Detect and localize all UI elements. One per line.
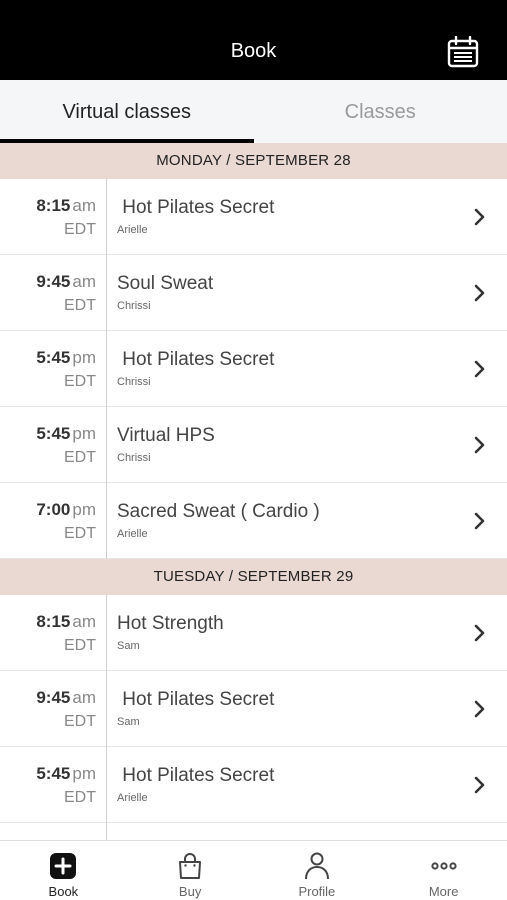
page-title: Book [230, 40, 277, 62]
bottom-nav: Book Buy Profile More [0, 840, 507, 900]
instructor-name: Chrissi [117, 452, 151, 464]
instructor-name: Arielle [117, 528, 148, 540]
time-column: 7:00 pm EDT [0, 483, 107, 559]
chevron-right-icon [474, 624, 485, 642]
plus-square-icon [50, 853, 77, 879]
class-time: 9:45 am [36, 272, 96, 291]
class-name: Virtual HPS [117, 425, 215, 446]
class-name: Hot Pilates Secret [117, 689, 275, 710]
class-time: 9:45 am [36, 688, 96, 707]
class-row[interactable]: 9:45 am EDT Soul Sweat Chrissi [0, 255, 507, 331]
time-zone: EDT [64, 637, 96, 654]
class-time: 5:45 pm [36, 424, 96, 443]
person-icon [304, 852, 329, 880]
time-column: 5:45 pm EDT [0, 747, 107, 823]
time-column: 8:15 am EDT [0, 179, 107, 255]
chevron-right-icon [474, 436, 485, 454]
nav-label: Profile [298, 884, 336, 899]
class-time: 5:45 pm [36, 348, 96, 367]
class-time: 5:45 pm [36, 764, 96, 783]
day-header: TUESDAY / SEPTEMBER 29 [0, 559, 507, 595]
time-column: 5:45 pm EDT [0, 407, 107, 483]
calendar-icon [447, 35, 479, 68]
time-zone: EDT [64, 221, 96, 238]
time-column: 9:45 am EDT [0, 255, 107, 331]
class-schedule-list[interactable]: MONDAY / SEPTEMBER 28 8:15 am EDT Hot Pil… [0, 143, 507, 840]
more-dots-icon [431, 862, 457, 870]
time-zone: EDT [64, 373, 96, 390]
chevron-right-icon [474, 700, 485, 718]
class-name: Hot Pilates Secret [117, 349, 275, 370]
instructor-name: Sam [117, 640, 140, 652]
nav-label: More [428, 884, 459, 899]
class-row[interactable]: 8:15 am EDT Hot Strength Sam [0, 595, 507, 671]
nav-buy[interactable]: Buy [127, 841, 254, 900]
nav-book[interactable]: Book [0, 841, 127, 900]
class-type-tabs: Virtual classes Classes [0, 80, 507, 143]
class-name: Hot Strength [117, 613, 224, 634]
day-header: MONDAY / SEPTEMBER 28 [0, 143, 507, 179]
nav-more[interactable]: More [380, 841, 507, 900]
tab-virtual-classes[interactable]: Virtual classes [0, 80, 254, 143]
nav-label: Buy [178, 884, 202, 899]
time-column: 9:45 am EDT [0, 671, 107, 747]
time-column: 8:15 am EDT [0, 595, 107, 671]
time-column: 5:45 pm EDT [0, 331, 107, 407]
class-row[interactable]: 5:45 pm EDT Hot Pilates Secret Arielle [0, 747, 507, 823]
chevron-right-icon [474, 284, 485, 302]
time-zone: EDT [64, 713, 96, 730]
chevron-right-icon [474, 512, 485, 530]
instructor-name: Sam [117, 716, 140, 728]
nav-label: Book [48, 884, 79, 899]
class-row[interactable]: 8:15 am EDT Hot Pilates Secret Arielle [0, 179, 507, 255]
time-zone: EDT [64, 525, 96, 542]
chevron-right-icon [474, 208, 485, 226]
time-zone: EDT [64, 789, 96, 806]
chevron-right-icon [474, 360, 485, 378]
app-header: Book [0, 0, 507, 80]
time-zone: EDT [64, 449, 96, 466]
nav-profile[interactable]: Profile [254, 841, 381, 900]
instructor-name: Arielle [117, 224, 148, 236]
class-time: 8:15 am [36, 196, 96, 215]
class-name: Hot Pilates Secret [117, 197, 275, 218]
class-row[interactable]: 5:45 pm EDT Hot Pilates Secret Chrissi [0, 331, 507, 407]
shopping-bag-icon [179, 853, 202, 879]
class-row[interactable]: 7:00 pm EDT Sacred Sweat ( Cardio ) Ariel… [0, 483, 507, 559]
tab-classes[interactable]: Classes [254, 80, 507, 143]
class-name: Sacred Sweat ( Cardio ) [117, 501, 320, 522]
chevron-right-icon [474, 776, 485, 794]
class-name: Hot Pilates Secret [117, 765, 275, 786]
class-row[interactable] [0, 823, 507, 840]
class-time: 7:00 pm [36, 500, 96, 519]
class-name: Soul Sweat [117, 273, 214, 294]
class-row[interactable]: 9:45 am EDT Hot Pilates Secret Sam [0, 671, 507, 747]
calendar-button[interactable] [446, 35, 480, 68]
time-zone: EDT [64, 297, 96, 314]
time-column [0, 823, 107, 840]
instructor-name: Chrissi [117, 300, 151, 312]
class-row[interactable]: 5:45 pm EDT Virtual HPS Chrissi [0, 407, 507, 483]
instructor-name: Chrissi [117, 376, 151, 388]
class-time: 8:15 am [36, 612, 96, 631]
instructor-name: Arielle [117, 792, 148, 804]
